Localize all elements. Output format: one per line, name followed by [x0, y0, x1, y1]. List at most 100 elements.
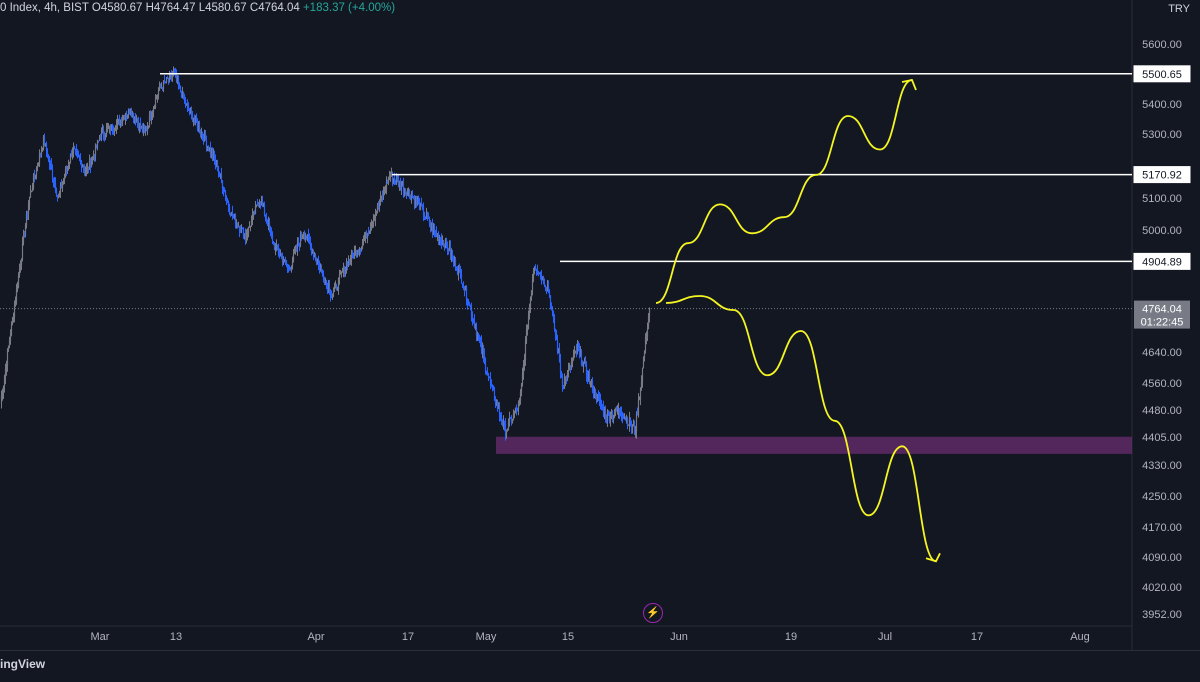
candle-body: [83, 167, 86, 171]
candle-body: [567, 369, 570, 372]
candle-body: [498, 406, 501, 415]
candle-body: [195, 118, 198, 123]
candle-body: [13, 305, 16, 318]
time-tick-label: Aug: [1070, 631, 1090, 643]
candle-body: [52, 178, 55, 182]
candle-body: [363, 238, 366, 241]
candle-body: [408, 190, 411, 196]
candle-body: [511, 418, 514, 423]
candle-body: [531, 279, 534, 291]
candle-body: [629, 418, 632, 427]
candle-body: [561, 376, 564, 388]
candle-body: [246, 234, 249, 236]
price-tick-label: 4640.00: [1142, 347, 1182, 359]
candle-body: [147, 126, 150, 128]
candle-body: [51, 168, 54, 179]
candle-body: [528, 306, 531, 316]
bolt-icon[interactable]: ⚡: [643, 603, 663, 623]
candle-body: [290, 266, 293, 270]
candle-body: [321, 269, 324, 274]
candle-body: [153, 107, 156, 109]
candle-body: [536, 270, 539, 273]
candle-body: [525, 329, 528, 342]
candle-body: [620, 412, 623, 416]
candle-body: [3, 376, 6, 387]
candle-body: [490, 384, 493, 386]
candle-body: [376, 205, 379, 214]
candle-body: [631, 426, 634, 428]
bearish-scenario-path: [665, 295, 937, 563]
candle-body: [224, 191, 227, 198]
candle-body: [5, 366, 8, 369]
candle-body: [404, 189, 407, 192]
candle-body: [285, 261, 288, 266]
candle-body: [314, 255, 317, 260]
candle-body: [362, 240, 365, 244]
candle-body: [53, 181, 56, 184]
time-tick-label: 15: [562, 631, 574, 643]
candle-body: [534, 266, 537, 269]
candle-body: [604, 410, 607, 420]
candle-body: [473, 320, 476, 329]
candle-body: [524, 341, 527, 360]
candle-body: [249, 226, 252, 228]
candle-body: [187, 106, 190, 111]
candle-body: [599, 399, 602, 405]
candle-body: [482, 349, 485, 356]
price-tick-label: 5600.00: [1142, 39, 1182, 51]
symbol-label: 0 Index, 4h, BIST: [0, 2, 89, 14]
candle-body: [50, 163, 53, 169]
candle-body: [190, 110, 193, 114]
candle-body: [256, 204, 259, 206]
candle-body: [163, 80, 166, 82]
candle-body: [186, 104, 189, 107]
candle-body: [344, 267, 347, 273]
candle-body: [159, 84, 162, 88]
candle-body: [488, 377, 491, 379]
price-tick-label: 4170.00: [1142, 522, 1182, 534]
candle-body: [446, 244, 449, 249]
candle-body: [198, 125, 201, 133]
candle-body: [556, 339, 559, 352]
candle-body: [637, 399, 640, 416]
candle-body: [382, 190, 385, 197]
candle-body: [115, 124, 118, 130]
candle-body: [40, 150, 43, 155]
price-tick-label: 4405.00: [1142, 432, 1182, 444]
candle-body: [522, 364, 525, 374]
candle-body: [333, 286, 336, 292]
candle-body: [329, 293, 332, 297]
candle-body: [465, 286, 468, 300]
candle-body: [116, 120, 119, 125]
price-tick-label: 5400.00: [1142, 99, 1182, 111]
candle-body: [84, 170, 87, 172]
candle-body: [513, 412, 516, 414]
price-tick-label: 5100.00: [1142, 193, 1182, 205]
candle-body: [34, 175, 37, 178]
price-chart[interactable]: 5500.655170.924904.894764.0401:22:455600…: [0, 0, 1200, 681]
candle-body: [462, 285, 465, 288]
candle-body: [520, 383, 523, 393]
candle-body: [349, 260, 352, 262]
candle-body: [54, 183, 57, 191]
candle-body: [146, 126, 149, 131]
candle-body: [472, 319, 475, 321]
candle-body: [543, 283, 546, 287]
candle-body: [368, 230, 371, 234]
candle-body: [291, 261, 294, 267]
candle-body: [25, 213, 28, 226]
candle-body: [598, 397, 601, 400]
candle-body: [500, 417, 503, 423]
candle-body: [563, 381, 566, 389]
candle-body: [276, 245, 279, 251]
candle-body: [307, 234, 310, 239]
candle-body: [61, 183, 64, 189]
currency-label[interactable]: TRY: [1168, 3, 1190, 15]
candle-body: [19, 264, 22, 270]
candle-body: [373, 219, 376, 221]
candle-body: [8, 340, 11, 346]
price-tick-label: 4330.00: [1142, 460, 1182, 472]
change-value: +183.37 (+4.00%): [302, 2, 396, 14]
candle-body: [270, 229, 273, 235]
brand-label: ingView: [0, 657, 46, 671]
